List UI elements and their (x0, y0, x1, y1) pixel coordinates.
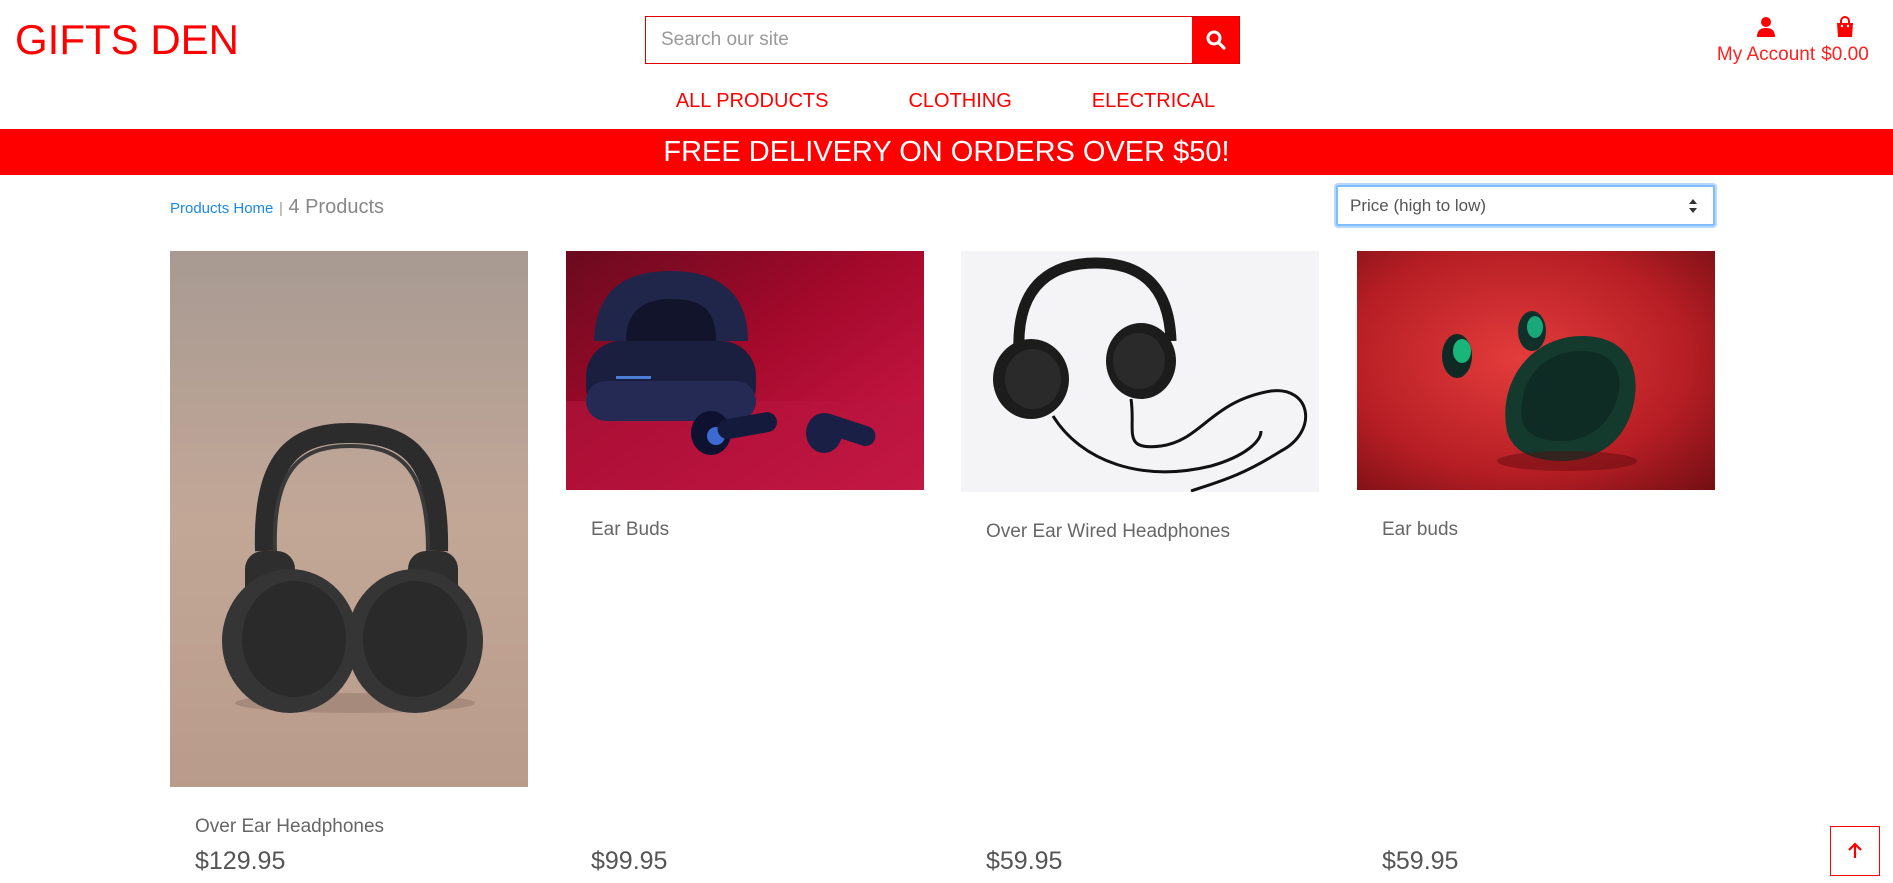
main-nav: ALL PRODUCTS CLOTHING ELECTRICAL (0, 90, 1893, 113)
breadcrumb-separator: | (278, 200, 283, 217)
product-name: Ear Buds (591, 519, 670, 540)
user-icon (1697, 16, 1835, 40)
delivery-banner: FREE DELIVERY ON ORDERS OVER $50! (0, 129, 1893, 175)
product-image-ear-buds[interactable] (566, 251, 924, 490)
product-card[interactable]: Over Ear Wired Headphones $59.95 (961, 251, 1319, 881)
product-price: $59.95 (1382, 847, 1459, 875)
cart-link[interactable]: $0.00 (1818, 16, 1872, 66)
product-image-ear-buds-2[interactable] (1357, 251, 1715, 490)
product-image-over-ear-wired-headphones[interactable] (961, 251, 1319, 492)
search-button[interactable] (1192, 17, 1239, 63)
account-label: My Account (1716, 44, 1816, 65)
sort-selected-value: Price (high to low) (1350, 195, 1487, 215)
shopping-bag-icon (1818, 16, 1872, 40)
product-image-over-ear-headphones[interactable] (170, 251, 528, 787)
product-price: $59.95 (986, 847, 1063, 875)
nav-clothing[interactable]: CLOTHING (908, 90, 1011, 113)
product-card[interactable]: Ear Buds $99.95 (566, 251, 924, 881)
product-name: Over Ear Wired Headphones (986, 521, 1230, 542)
brand-logo[interactable]: GIFTS DEN (15, 16, 239, 64)
product-card[interactable]: Over Ear Headphones $129.95 (170, 251, 528, 881)
search-input[interactable] (646, 17, 1192, 63)
product-name: Over Ear Headphones (195, 816, 385, 837)
nav-all-products[interactable]: ALL PRODUCTS (676, 90, 829, 113)
sort-select[interactable]: Price (high to low) (1336, 185, 1715, 226)
back-to-top-button[interactable] (1830, 826, 1880, 876)
product-count: 4 Products (288, 196, 385, 218)
products-home-link[interactable]: Products Home (170, 200, 273, 217)
nav-electrical[interactable]: ELECTRICAL (1092, 90, 1215, 113)
account-link[interactable]: My Account (1697, 16, 1835, 66)
cart-total: $0.00 (1821, 44, 1869, 65)
product-card[interactable]: Ear buds $59.95 (1357, 251, 1715, 881)
product-price: $129.95 (195, 847, 286, 875)
breadcrumb: Products Home | 4 Products (170, 196, 384, 219)
banner-text: FREE DELIVERY ON ORDERS OVER $50! (663, 135, 1230, 168)
product-name: Ear buds (1382, 519, 1459, 540)
sort-arrows-icon (1689, 199, 1697, 213)
search-icon (1206, 30, 1226, 50)
search-bar (645, 16, 1240, 64)
product-price: $99.95 (591, 847, 668, 875)
arrow-up-icon (1848, 842, 1862, 858)
